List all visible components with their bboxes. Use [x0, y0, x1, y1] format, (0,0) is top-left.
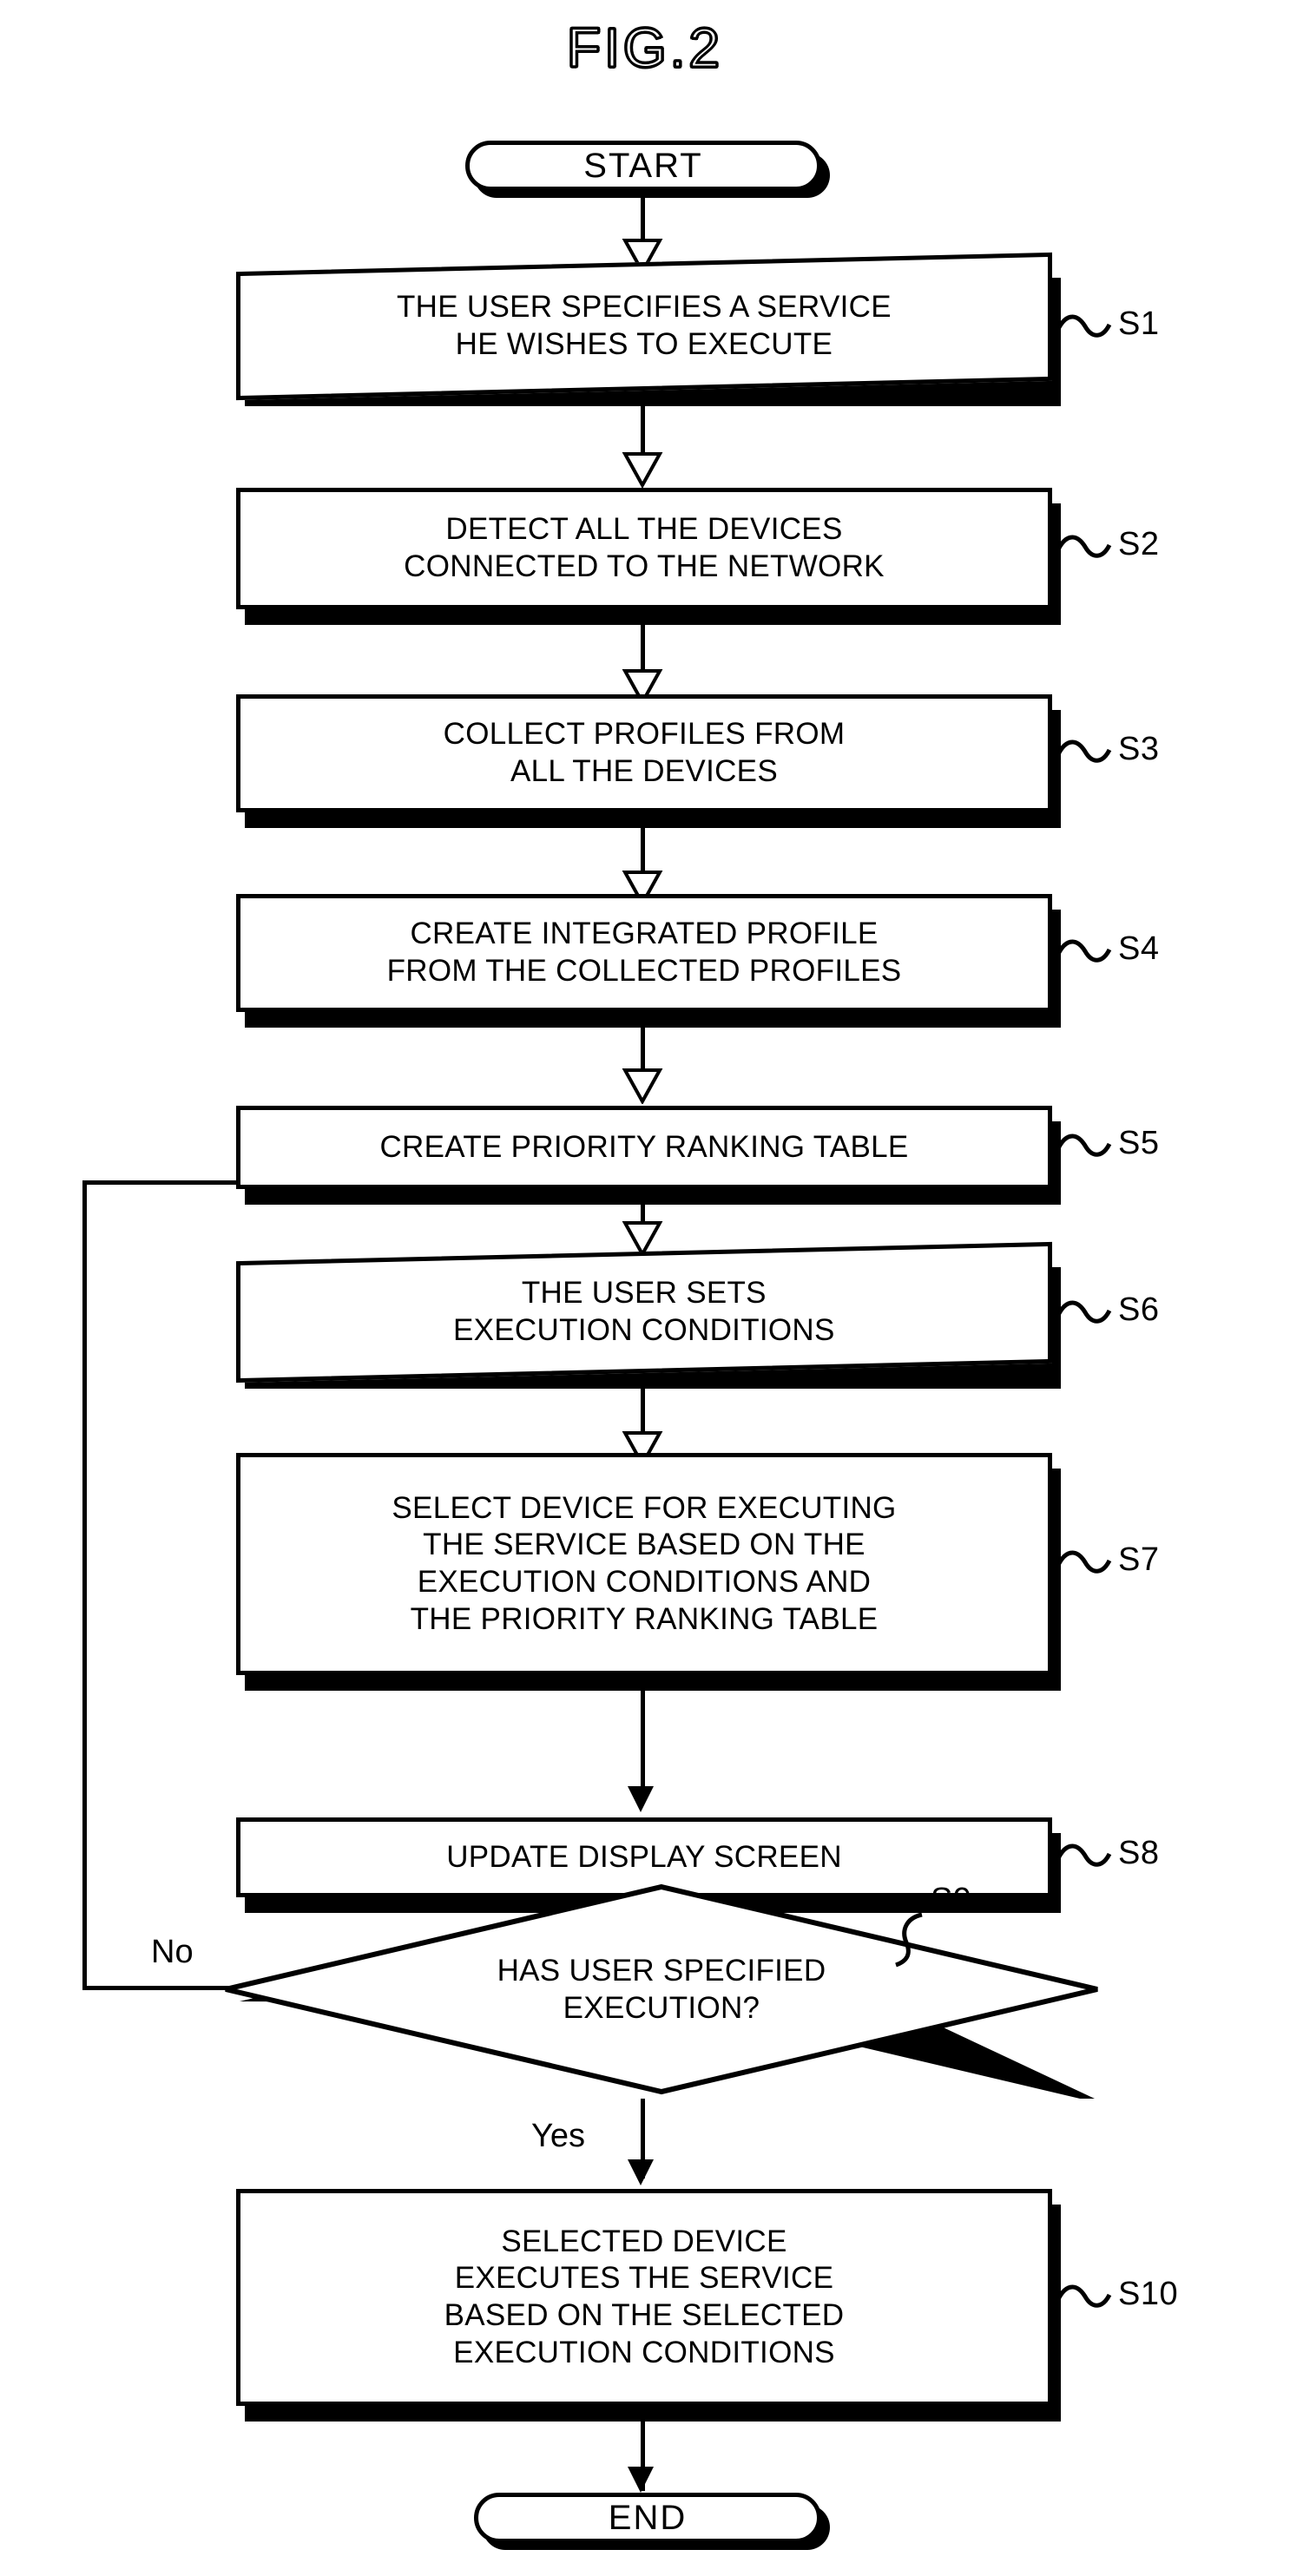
- s9-ref-label: S9: [931, 1882, 972, 1918]
- s8-leader-tilde: [1053, 1843, 1112, 1867]
- s7-leader-tilde: [1053, 1550, 1112, 1574]
- s1-leader-tilde: [1053, 314, 1112, 338]
- arrowhead-s4-to-s5: [622, 1068, 663, 1104]
- s2-box: DETECT ALL THE DEVICES CONNECTED TO THE …: [236, 488, 1052, 609]
- arrowhead-s7-to-s8: [628, 1786, 654, 1812]
- s10-box: SELECTED DEVICE EXECUTES THE SERVICE BAS…: [236, 2189, 1052, 2406]
- s2-text: DETECT ALL THE DEVICES CONNECTED TO THE …: [404, 512, 885, 583]
- branch-label-yes: Yes: [531, 2118, 585, 2154]
- s5-ref-label: S5: [1118, 1125, 1160, 1161]
- arrowhead-s9-to-s10: [628, 2159, 654, 2185]
- s4-leader-tilde: [1053, 939, 1112, 963]
- s6-box: THE USER SETS EXECUTION CONDITIONS: [236, 1241, 1052, 1383]
- s7-text: SELECT DEVICE FOR EXECUTING THE SERVICE …: [392, 1490, 897, 1636]
- arrowhead-s1-to-s2: [622, 452, 663, 488]
- s6-ref-label: S6: [1118, 1291, 1160, 1328]
- s10-text: SELECTED DEVICE EXECUTES THE SERVICE BAS…: [444, 2224, 845, 2369]
- s4-text: CREATE INTEGRATED PROFILE FROM THE COLLE…: [386, 917, 902, 988]
- connector-s1-to-s2: [641, 406, 645, 458]
- s2-leader-tilde: [1053, 535, 1112, 558]
- s3-box: COLLECT PROFILES FROM ALL THE DEVICES: [236, 694, 1052, 812]
- s10-leader-tilde: [1053, 2284, 1112, 2308]
- s2-ref-label: S2: [1118, 526, 1160, 562]
- s8-text: UPDATE DISPLAY SCREEN: [446, 1839, 842, 1874]
- feedback-loop-left-segment: [82, 1180, 87, 1989]
- start-node-label: START: [583, 146, 703, 185]
- s4-ref-label: S4: [1118, 930, 1160, 967]
- figure-page: FIG.2 START THE USER SPECIFIES A SERVICE…: [0, 0, 1290, 2576]
- s5-box: CREATE PRIORITY RANKING TABLE: [236, 1106, 1052, 1189]
- s3-leader-tilde: [1053, 739, 1112, 763]
- s3-ref-label: S3: [1118, 731, 1160, 767]
- s8-ref-label: S8: [1118, 1835, 1160, 1871]
- s5-leader-tilde: [1053, 1134, 1112, 1157]
- s1-box: THE USER SPECIFIES A SERVICE HE WISHES T…: [236, 252, 1052, 401]
- start-node: START: [465, 141, 821, 191]
- connector-start-to-s1: [641, 191, 645, 245]
- s7-box: SELECT DEVICE FOR EXECUTING THE SERVICE …: [236, 1453, 1052, 1675]
- s1-text: THE USER SPECIFIES A SERVICE HE WISHES T…: [397, 290, 892, 361]
- connector-s7-to-s8-stem: [641, 1701, 645, 1790]
- feedback-loop-bottom-segment: [82, 1986, 230, 1990]
- s7-ref-label: S7: [1118, 1541, 1160, 1578]
- s5-text: CREATE PRIORITY RANKING TABLE: [379, 1129, 909, 1164]
- end-node-label: END: [608, 2498, 688, 2537]
- branch-label-no: No: [151, 1934, 194, 1970]
- end-node: END: [474, 2493, 821, 2543]
- s6-leader-tilde: [1053, 1300, 1112, 1324]
- s9-leader-tilde: [895, 1912, 923, 1968]
- arrowhead-s10-to-end: [628, 2467, 654, 2493]
- s3-text: COLLECT PROFILES FROM ALL THE DEVICES: [443, 717, 846, 788]
- s10-ref-label: S10: [1118, 2276, 1179, 2312]
- s4-box: CREATE INTEGRATED PROFILE FROM THE COLLE…: [236, 894, 1052, 1012]
- s6-text: THE USER SETS EXECUTION CONDITIONS: [453, 1276, 835, 1348]
- figure-title: FIG.2: [565, 16, 724, 81]
- s1-ref-label: S1: [1118, 306, 1160, 342]
